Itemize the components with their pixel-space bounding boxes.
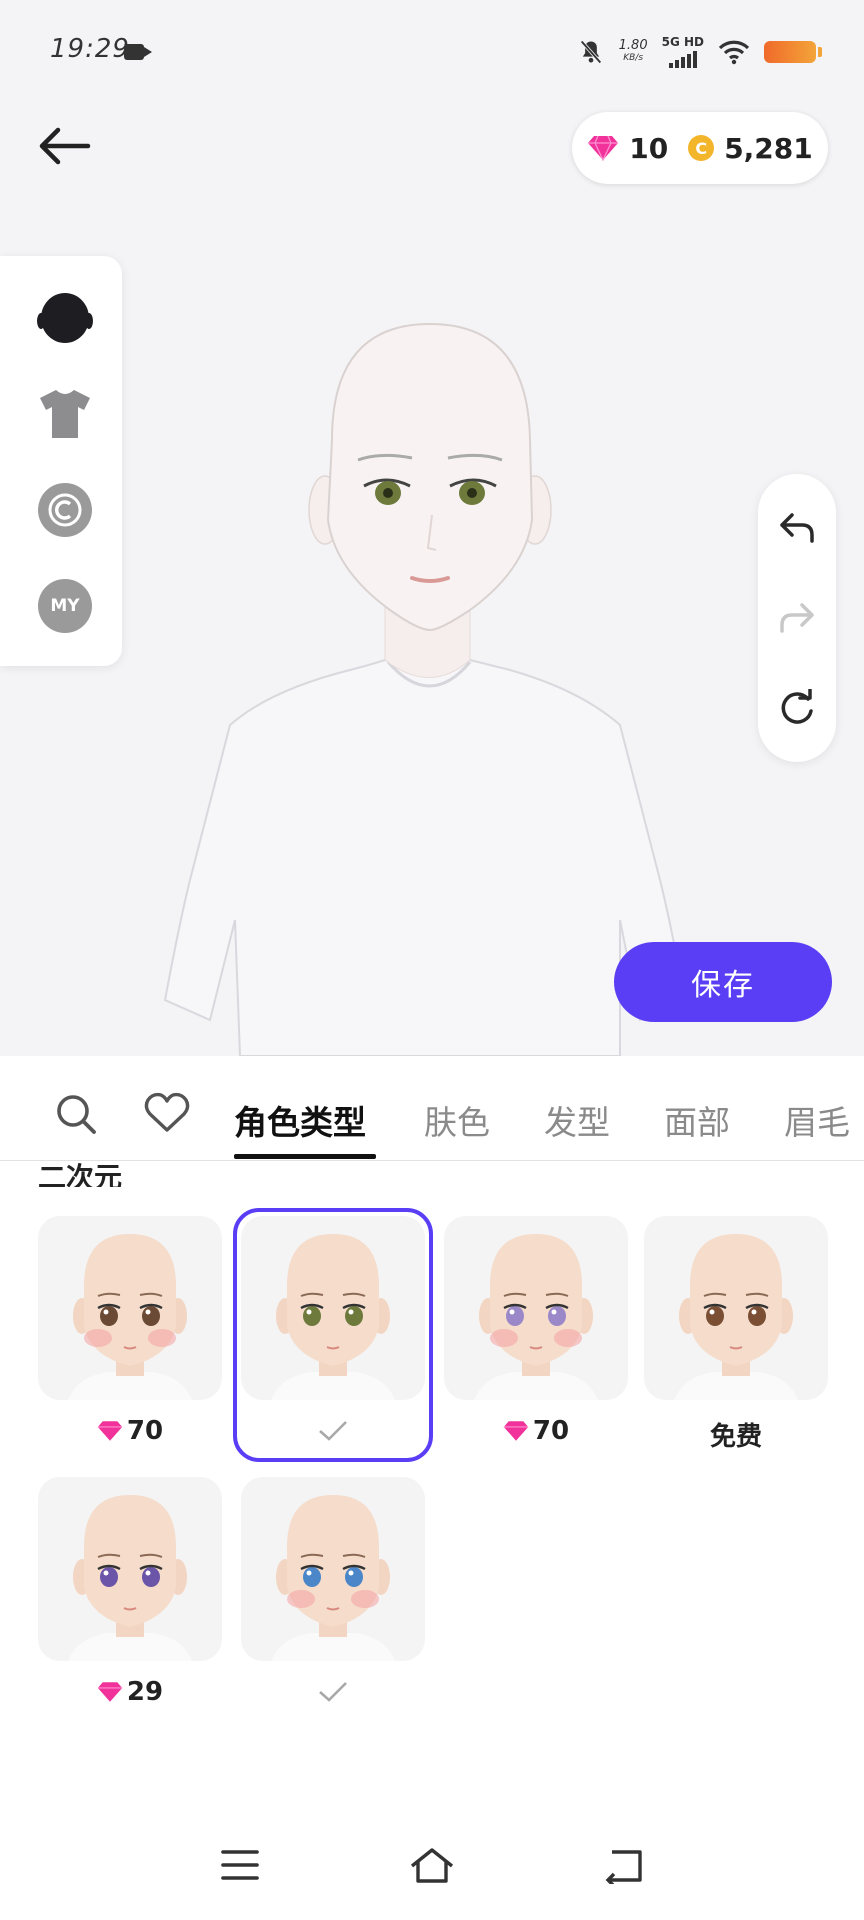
my-icon: MY	[38, 579, 92, 633]
search-icon[interactable]	[54, 1092, 98, 1136]
copyright-category-button[interactable]	[37, 482, 93, 538]
face-thumbnail	[674, 1234, 798, 1400]
save-button[interactable]: 保存	[614, 942, 832, 1022]
tab-skin-color[interactable]: 肤色	[424, 1096, 490, 1144]
menu-icon[interactable]	[220, 1848, 260, 1882]
option-price-value: 29	[126, 1677, 164, 1707]
character-type-option[interactable]	[38, 1216, 222, 1400]
coin-count: 5,281	[724, 131, 813, 165]
video-record-icon	[124, 44, 152, 60]
home-icon[interactable]	[408, 1846, 456, 1884]
face-thumbnail	[271, 1495, 395, 1661]
head-icon	[37, 293, 93, 343]
option-price: 免费	[644, 1416, 828, 1453]
reset-button[interactable]	[773, 684, 821, 732]
wifi-icon	[718, 40, 750, 65]
active-tab-indicator	[234, 1154, 376, 1159]
redo-icon	[780, 603, 814, 633]
back-nav-icon[interactable]	[604, 1848, 644, 1884]
owned-checkmark-icon	[241, 1416, 425, 1451]
diamond-icon	[503, 1421, 529, 1441]
mute-bell-icon	[580, 40, 602, 64]
copyright-icon	[38, 483, 92, 537]
tab-face[interactable]: 面部	[664, 1096, 730, 1144]
favorite-heart-icon[interactable]	[144, 1092, 190, 1134]
history-panel	[758, 474, 836, 762]
character-type-option[interactable]	[444, 1216, 628, 1400]
face-thumbnail	[68, 1495, 192, 1661]
face-thumbnail	[68, 1234, 192, 1400]
diamond-icon	[588, 135, 619, 161]
network-type: 5G HD	[661, 35, 704, 49]
diamond-icon	[97, 1682, 123, 1702]
section-title: 二次元	[38, 1161, 123, 1187]
battery-icon	[764, 41, 822, 63]
coin-icon: C	[688, 135, 715, 161]
currency-balance[interactable]: 10 C 5,281	[572, 112, 828, 184]
network-speed: 1.80 KB/s	[619, 39, 648, 65]
tab-eyebrows[interactable]: 眉毛	[784, 1096, 850, 1144]
my-category-button[interactable]: MY	[37, 578, 93, 634]
undo-button[interactable]	[773, 504, 821, 552]
category-panel: MY	[0, 256, 122, 666]
diamond-count: 10	[629, 131, 669, 165]
option-price: 70	[444, 1416, 628, 1446]
option-price: 70	[38, 1416, 222, 1446]
owned-checkmark-icon	[241, 1677, 425, 1712]
face-thumbnail	[474, 1234, 598, 1400]
undo-icon	[780, 513, 814, 543]
status-indicators: 1.80 KB/s 5G HD	[577, 32, 822, 72]
tab-hairstyle[interactable]: 发型	[544, 1096, 610, 1144]
option-price-value: 免费	[709, 1422, 762, 1452]
back-arrow-icon	[39, 127, 91, 165]
status-time: 19:29	[50, 34, 130, 64]
avatar-preview[interactable]	[140, 320, 700, 1056]
character-type-option[interactable]	[38, 1477, 222, 1661]
tshirt-icon	[40, 390, 90, 438]
diamond-icon	[97, 1421, 123, 1441]
network-speed-value: 1.80	[618, 38, 648, 53]
network-speed-unit: KB/s	[623, 53, 644, 63]
character-type-option[interactable]	[644, 1216, 828, 1400]
signal-bars-icon	[668, 50, 697, 68]
clothing-category-button[interactable]	[37, 386, 93, 442]
cell-signal: 5G HD	[662, 36, 704, 68]
back-button[interactable]	[32, 120, 96, 172]
option-price-value: 70	[126, 1416, 164, 1446]
head-category-button[interactable]	[37, 290, 93, 346]
option-price-value: 70	[532, 1416, 570, 1446]
reset-icon	[781, 689, 813, 724]
tab-character-type[interactable]: 角色类型	[234, 1096, 366, 1144]
redo-button[interactable]	[773, 594, 821, 642]
character-type-option[interactable]	[241, 1477, 425, 1661]
option-price: 29	[38, 1677, 222, 1707]
